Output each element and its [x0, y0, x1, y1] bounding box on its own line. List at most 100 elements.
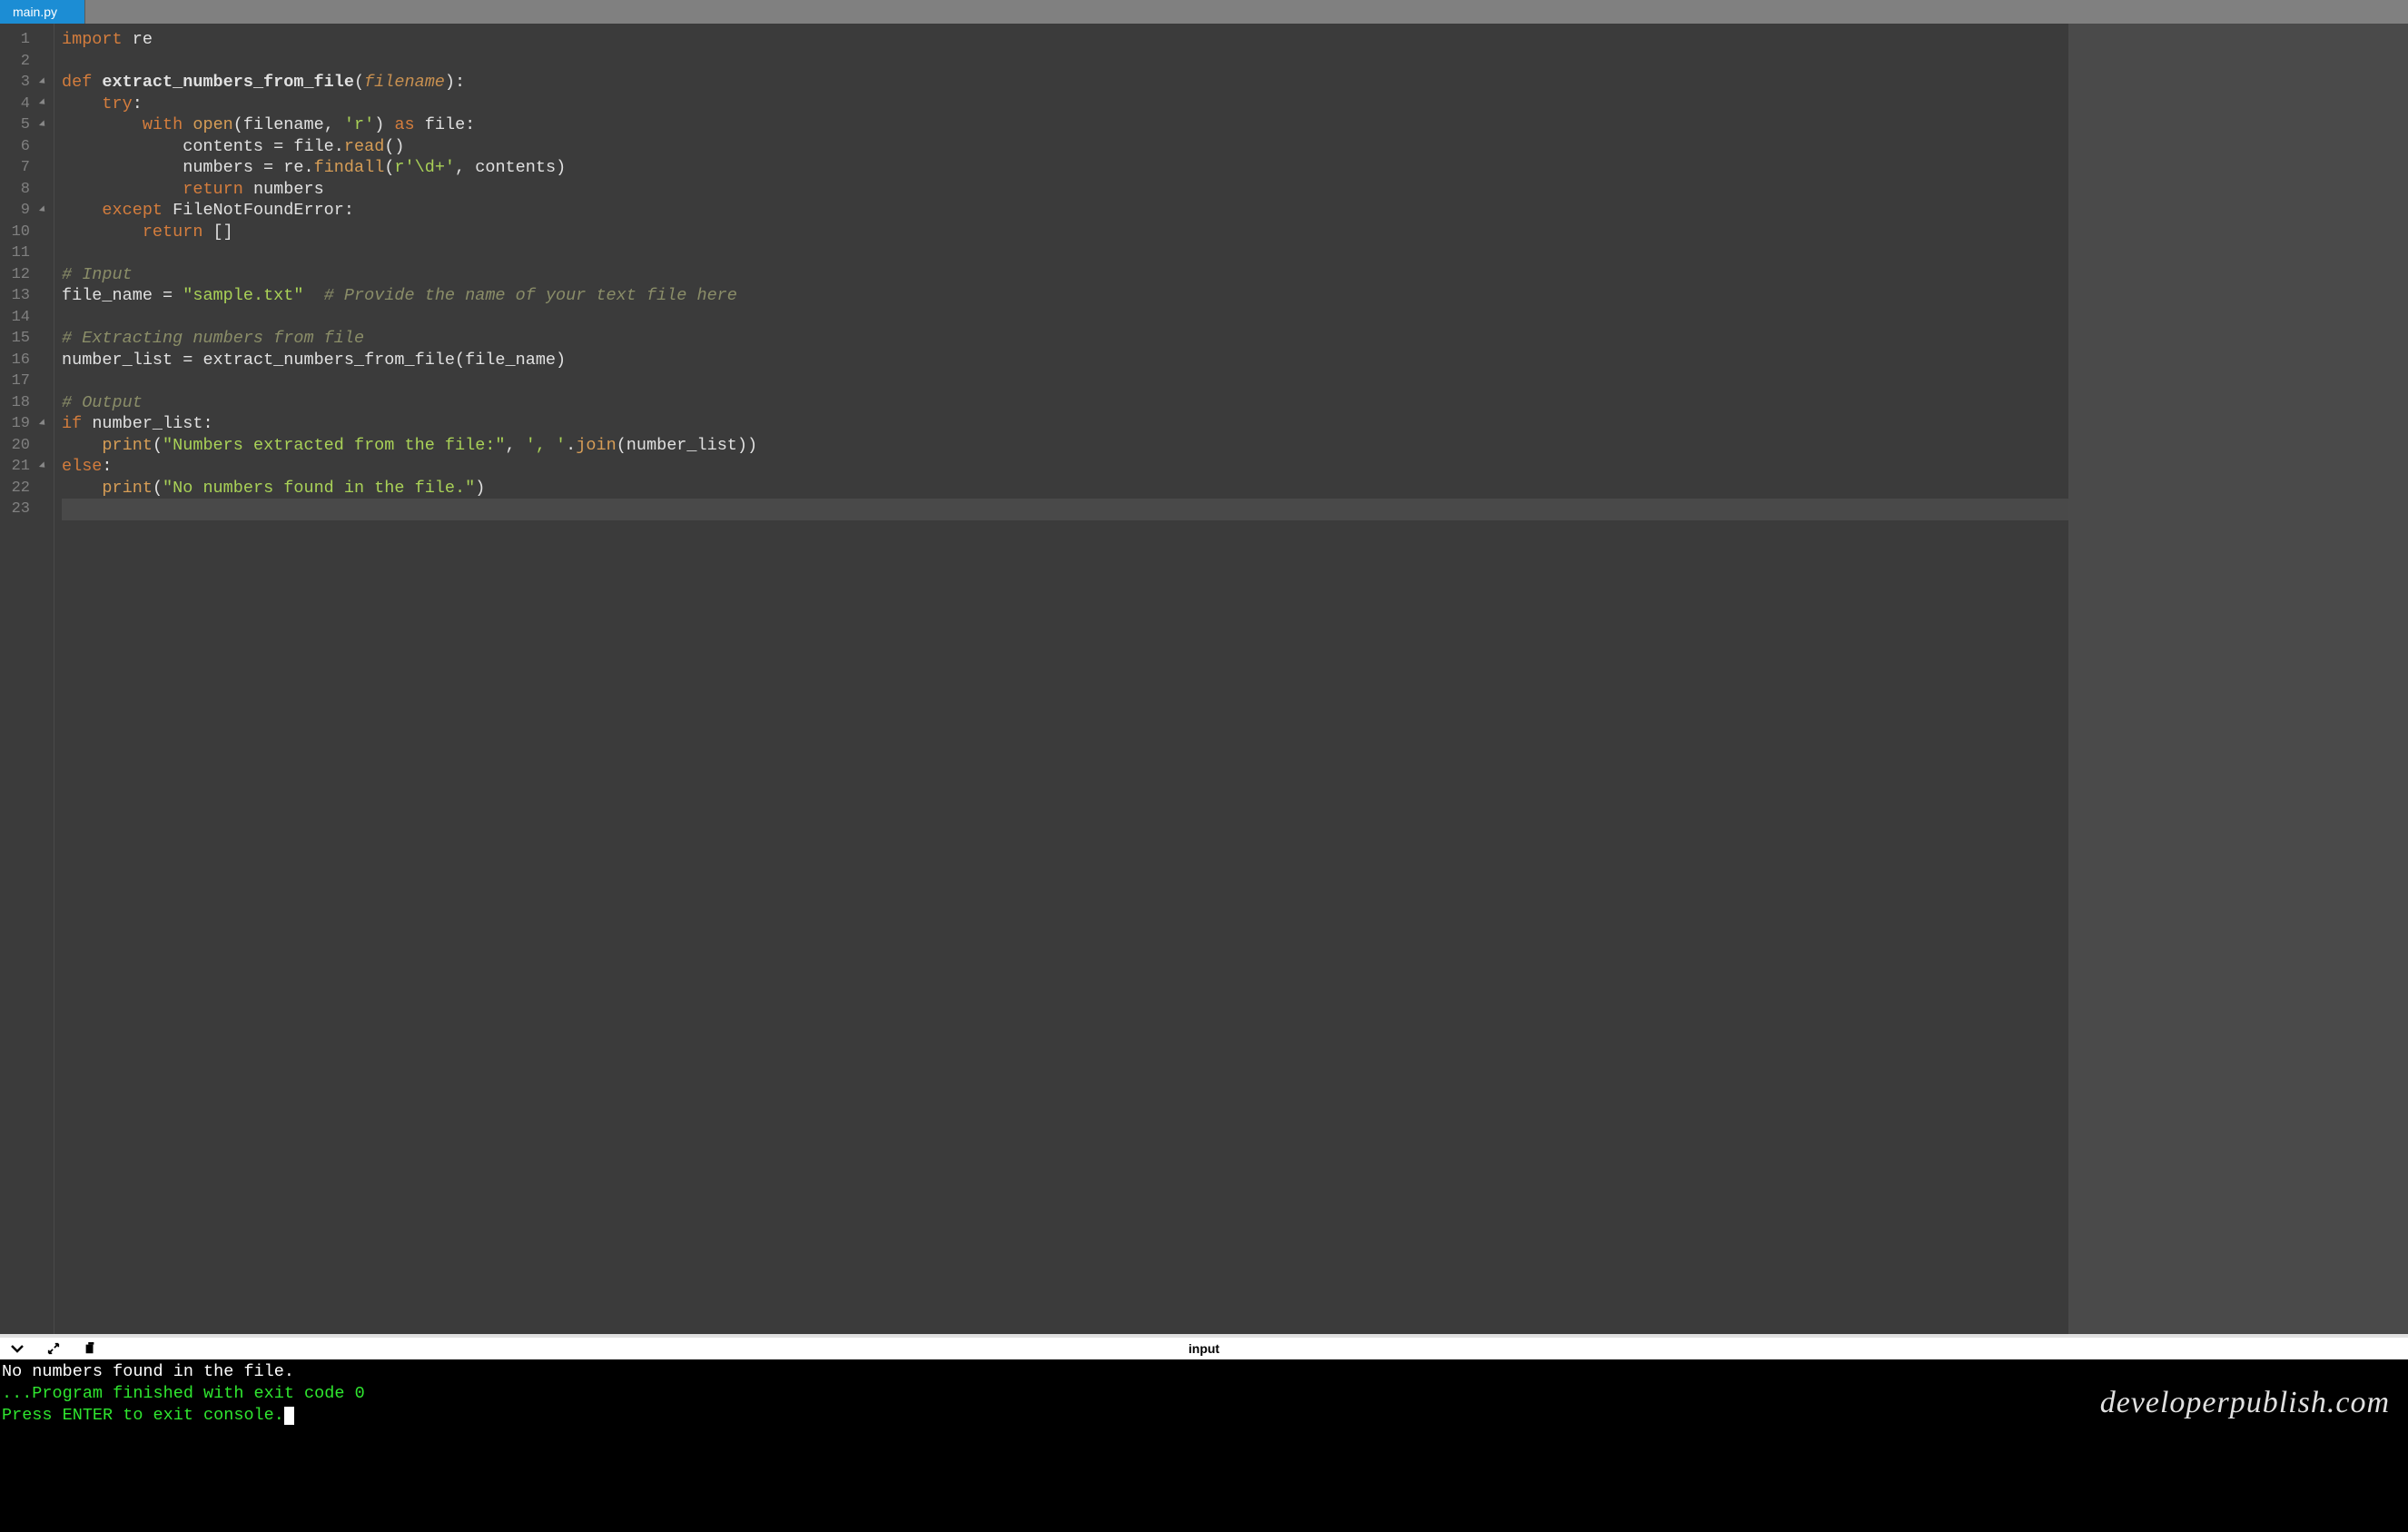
line-number: 15 — [12, 330, 39, 347]
code-line[interactable]: with open(filename, 'r') as file: — [62, 114, 2408, 136]
code-token: contents — [62, 137, 273, 156]
gutter-row: 23 — [0, 499, 54, 520]
code-line[interactable]: # Extracting numbers from file — [62, 328, 2408, 350]
console-line: No numbers found in the file. — [0, 1361, 2408, 1383]
line-number: 6 — [21, 138, 39, 155]
line-number: 20 — [12, 437, 39, 454]
code-token: ): — [445, 73, 465, 92]
code-line[interactable] — [62, 307, 2408, 329]
fold-toggle-icon[interactable] — [41, 78, 50, 87]
code-token: file_name — [62, 286, 163, 305]
watermark-text: developerpublish.com — [2100, 1392, 2390, 1414]
fold-toggle-icon[interactable] — [41, 121, 50, 130]
code-token: , contents) — [455, 158, 566, 177]
code-token: number_list — [62, 351, 183, 370]
code-line[interactable]: number_list = extract_numbers_from_file(… — [62, 350, 2408, 371]
code-line[interactable] — [62, 51, 2408, 73]
line-number: 12 — [12, 266, 39, 283]
code-token: print — [102, 479, 153, 498]
tab-main-py[interactable]: main.py — [0, 0, 85, 24]
text-cursor — [284, 1407, 294, 1425]
code-token: , — [506, 436, 526, 455]
code-token: () — [384, 137, 404, 156]
code-line[interactable]: if number_list: — [62, 413, 2408, 435]
code-token: = — [183, 351, 202, 370]
line-number-gutter: 1234567891011121314151617181920212223 — [0, 24, 54, 1334]
chevron-down-icon[interactable] — [9, 1340, 25, 1357]
line-number: 7 — [21, 159, 39, 176]
code-token — [183, 115, 192, 134]
code-line[interactable]: file_name = "sample.txt" # Provide the n… — [62, 285, 2408, 307]
code-line[interactable]: # Input — [62, 264, 2408, 286]
code-token: : — [133, 94, 143, 114]
code-token: extract_numbers_from_file — [102, 73, 354, 92]
code-token: : — [344, 201, 354, 220]
code-token: : — [202, 414, 212, 433]
code-token: read — [344, 137, 384, 156]
code-token: (number_list)) — [617, 436, 757, 455]
gutter-row: 3 — [0, 72, 54, 94]
code-line[interactable]: numbers = re.findall(r'\d+', contents) — [62, 157, 2408, 179]
code-token — [62, 94, 102, 114]
code-area[interactable]: import redef extract_numbers_from_file(f… — [54, 24, 2408, 1334]
code-token — [62, 436, 102, 455]
gutter-row: 9 — [0, 200, 54, 222]
fold-toggle-icon[interactable] — [41, 462, 50, 471]
code-token: "Numbers extracted from the file:" — [163, 436, 505, 455]
code-line[interactable]: return numbers — [62, 179, 2408, 201]
code-line[interactable]: print("No numbers found in the file.") — [62, 478, 2408, 499]
code-token: try — [102, 94, 132, 114]
code-token: "No numbers found in the file." — [163, 479, 475, 498]
code-token — [303, 286, 323, 305]
code-line[interactable]: # Output — [62, 392, 2408, 414]
gutter-row: 19 — [0, 413, 54, 435]
gutter-row: 8 — [0, 179, 54, 201]
gutter-row: 11 — [0, 242, 54, 264]
line-number: 21 — [12, 458, 39, 475]
code-line[interactable]: print("Numbers extracted from the file:"… — [62, 435, 2408, 457]
expand-icon[interactable] — [45, 1340, 62, 1357]
code-editor[interactable]: 1234567891011121314151617181920212223 im… — [0, 24, 2408, 1334]
code-line[interactable] — [62, 242, 2408, 264]
code-line[interactable] — [62, 371, 2408, 392]
code-token: except — [102, 201, 163, 220]
code-token: ( — [153, 436, 163, 455]
code-token: = — [163, 286, 183, 305]
code-token: return — [183, 180, 243, 199]
code-line[interactable]: contents = file.read() — [62, 136, 2408, 158]
code-line[interactable]: else: — [62, 456, 2408, 478]
code-token: ) — [475, 479, 485, 498]
code-token: filename — [364, 73, 445, 92]
code-line[interactable]: except FileNotFoundError: — [62, 200, 2408, 222]
code-token: (file_name) — [455, 351, 566, 370]
code-line[interactable] — [62, 499, 2408, 520]
code-token: print — [102, 436, 153, 455]
console-line: ...Program finished with exit code 0 — [0, 1383, 2408, 1405]
code-token: [] — [202, 222, 232, 242]
fold-toggle-icon[interactable] — [41, 99, 50, 108]
line-number: 10 — [12, 223, 39, 241]
tab-label: main.py — [13, 5, 57, 19]
line-number: 16 — [12, 351, 39, 369]
gutter-row: 21 — [0, 456, 54, 478]
console-output[interactable]: developerpublish.com No numbers found in… — [0, 1359, 2408, 1532]
code-line[interactable]: try: — [62, 94, 2408, 115]
code-token: ( — [384, 158, 394, 177]
console-line: Press ENTER to exit console. — [0, 1405, 2408, 1427]
fold-toggle-icon[interactable] — [41, 206, 50, 215]
code-line[interactable]: import re — [62, 29, 2408, 51]
code-line[interactable]: def extract_numbers_from_file(filename): — [62, 72, 2408, 94]
code-line[interactable]: return [] — [62, 222, 2408, 243]
gutter-row: 12 — [0, 264, 54, 286]
copy-icon[interactable] — [82, 1340, 98, 1357]
code-token: file — [293, 137, 333, 156]
line-number: 8 — [21, 181, 39, 198]
code-token: ) — [374, 115, 384, 134]
code-token: ', ' — [526, 436, 566, 455]
code-token — [62, 201, 102, 220]
code-token: ( — [354, 73, 364, 92]
fold-toggle-icon[interactable] — [41, 420, 50, 429]
code-token: def — [62, 73, 102, 92]
code-token: open — [192, 115, 232, 134]
code-token: . — [566, 436, 576, 455]
